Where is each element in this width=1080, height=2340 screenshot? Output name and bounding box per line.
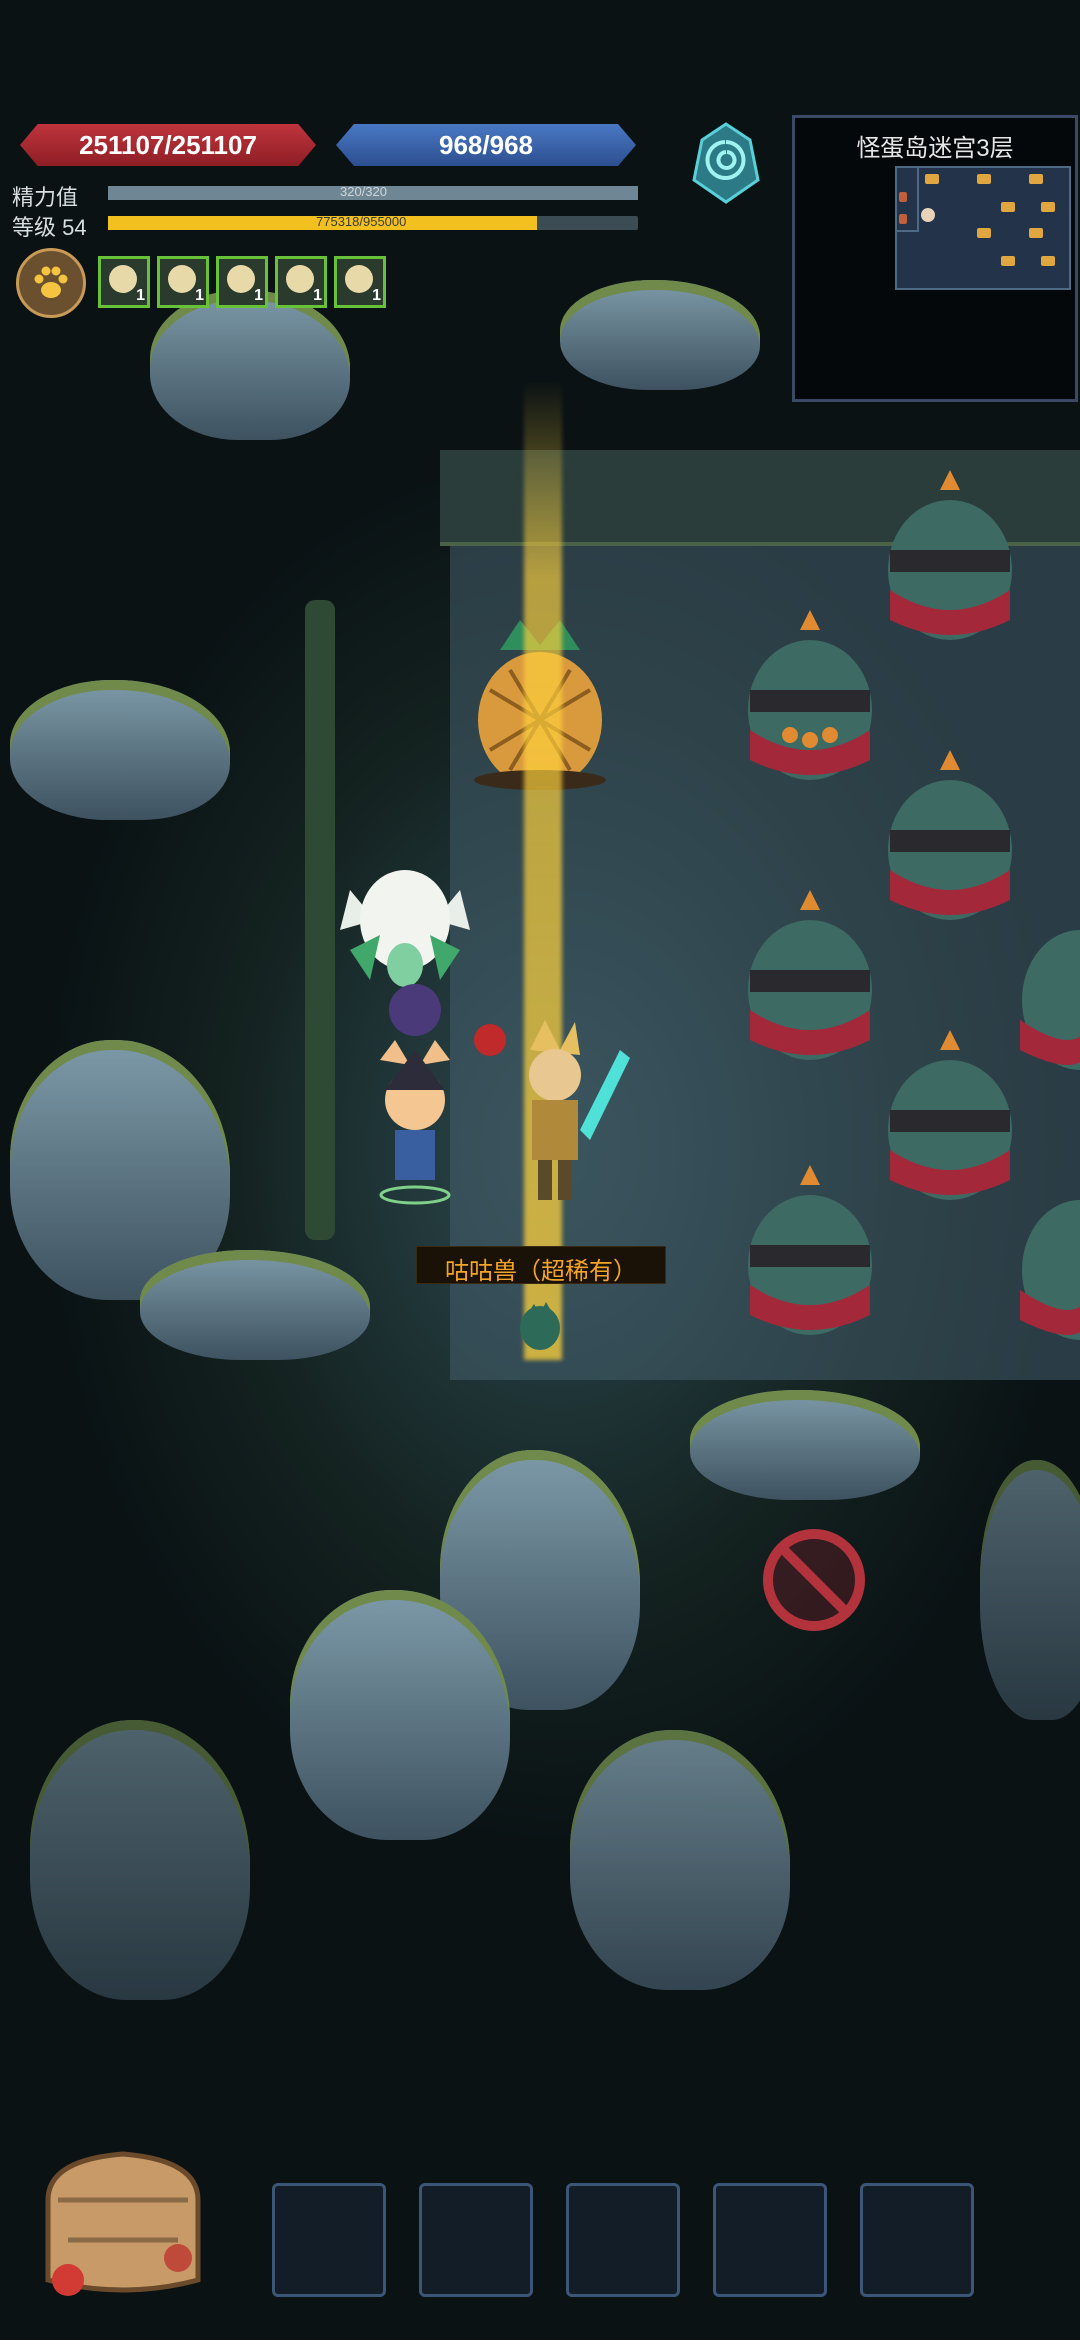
item-slot[interactable]	[860, 2183, 974, 2297]
rock	[140, 1250, 370, 1360]
stamina-text: 320/320	[340, 184, 387, 199]
loot-light-beam	[524, 380, 562, 1360]
medal-icon	[109, 265, 137, 293]
minimap-marker	[899, 214, 907, 224]
minimap-marker	[1029, 228, 1043, 238]
hp-bar: 251107/251107	[20, 124, 316, 166]
armored-egg[interactable]	[880, 750, 1020, 930]
paw-icon	[34, 266, 68, 298]
minimap-marker	[1041, 256, 1055, 266]
mp-text: 968/968	[439, 130, 533, 160]
stamina-bar: 320/320	[108, 184, 638, 200]
rock	[570, 1730, 790, 1990]
buff-icon[interactable]: 1	[275, 256, 327, 308]
exp-bar: 775318/955000	[108, 214, 638, 230]
exp-text: 775318/955000	[316, 214, 407, 229]
loot-egg[interactable]	[516, 1296, 564, 1352]
armored-egg[interactable]	[880, 1030, 1020, 1210]
hero-swordsman[interactable]	[470, 1010, 640, 1210]
armored-egg[interactable]	[1020, 900, 1080, 1080]
portal-icon[interactable]	[688, 120, 764, 206]
hp-text: 251107/251107	[79, 130, 257, 160]
minimap-marker	[925, 174, 939, 184]
no-entry-icon	[763, 1529, 865, 1631]
buff-icon[interactable]: 1	[334, 256, 386, 308]
rock	[30, 1720, 250, 2000]
buff-icon[interactable]: 1	[98, 256, 150, 308]
buff-count: 1	[254, 287, 263, 304]
item-slot[interactable]	[566, 2183, 680, 2297]
medal-icon	[168, 265, 196, 293]
item-slot[interactable]	[713, 2183, 827, 2297]
minimap-marker	[977, 174, 991, 184]
minimap-player	[921, 208, 935, 222]
buff-icon[interactable]: 1	[216, 256, 268, 308]
loot-label: 咕咕兽（超稀有）	[416, 1246, 666, 1285]
medal-icon	[286, 265, 314, 293]
rock	[690, 1390, 920, 1500]
minimap[interactable]: 怪蛋岛迷宫3层	[792, 115, 1078, 402]
minimap-marker	[899, 192, 907, 202]
buff-count: 1	[136, 287, 145, 304]
minimap-title: 怪蛋岛迷宫3层	[856, 135, 1014, 162]
game-stage[interactable]: 咕咕兽（超稀有） 251107/251107 968/968 精力值 320/3…	[0, 0, 1080, 2340]
pet-companion[interactable]	[330, 860, 480, 1000]
minimap-marker	[1001, 202, 1015, 212]
armored-egg[interactable]	[880, 470, 1020, 650]
minimap-marker	[1029, 174, 1043, 184]
backpack-icon[interactable]	[28, 2140, 218, 2310]
item-slot[interactable]	[419, 2183, 533, 2297]
pet-button[interactable]	[16, 248, 86, 318]
mp-bar: 968/968	[336, 124, 636, 166]
hero-mage[interactable]	[360, 980, 470, 1210]
rock	[980, 1460, 1080, 1720]
rock	[10, 680, 230, 820]
minimap-marker	[1001, 256, 1015, 266]
medal-icon	[345, 265, 373, 293]
rock	[560, 280, 760, 390]
buff-count: 1	[195, 287, 204, 304]
armored-egg[interactable]	[1020, 1170, 1080, 1350]
armored-egg[interactable]	[740, 610, 880, 790]
buff-count: 1	[372, 287, 381, 304]
buff-icon[interactable]: 1	[157, 256, 209, 308]
medal-icon	[227, 265, 255, 293]
armored-egg[interactable]	[740, 890, 880, 1070]
minimap-marker	[1041, 202, 1055, 212]
level-label: 等级 54	[12, 215, 87, 240]
loot-label-text: 咕咕兽（超稀有）	[445, 1258, 637, 1285]
stamina-label: 精力值	[12, 185, 79, 210]
minimap-marker	[977, 228, 991, 238]
buff-count: 1	[313, 287, 322, 304]
rock	[150, 290, 350, 440]
item-slot[interactable]	[272, 2183, 386, 2297]
armored-egg[interactable]	[740, 1165, 880, 1345]
